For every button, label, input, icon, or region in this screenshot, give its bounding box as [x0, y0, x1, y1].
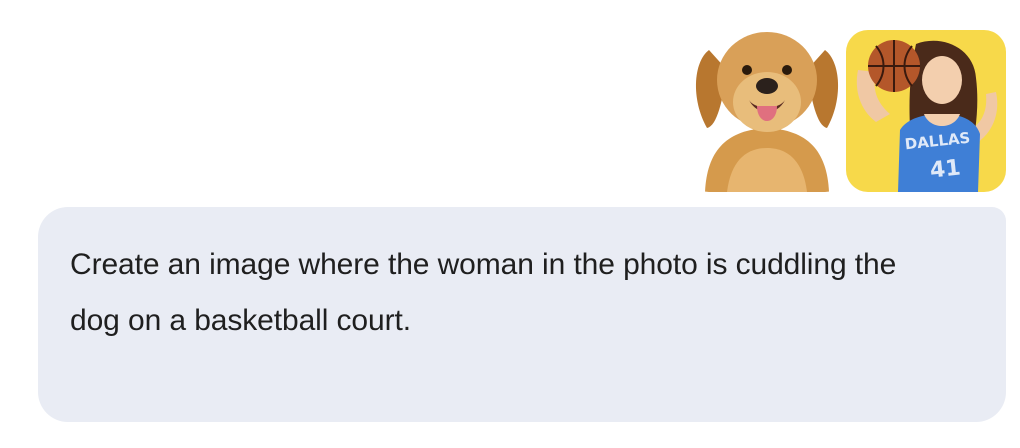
woman-photo-thumbnail: DALLAS 41 [846, 30, 1006, 192]
user-message-text: Create an image where the woman in the p… [70, 248, 897, 337]
chat-conversation: DALLAS 41 Create an image where the woma… [0, 0, 1020, 448]
user-message-bubble: Create an image where the woman in the p… [38, 207, 1006, 422]
dog-photo-thumbnail [687, 30, 847, 192]
dog-photo-attachment[interactable] [687, 30, 847, 192]
woman-photo-attachment[interactable]: DALLAS 41 [846, 30, 1006, 192]
svg-text:41: 41 [929, 156, 962, 184]
